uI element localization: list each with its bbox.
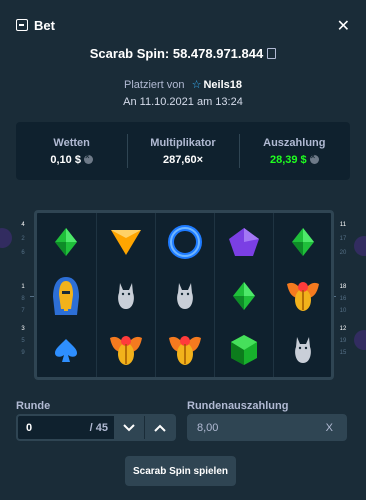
stat-multiplier: Multiplikator 287,60× — [127, 122, 238, 180]
modal-header: Bet ✕ — [0, 0, 366, 50]
green-diamond-icon — [215, 269, 273, 323]
round-label: Runde — [16, 400, 51, 412]
round-down-button[interactable] — [114, 416, 144, 439]
stat-value: 28,39 $ — [269, 152, 319, 166]
blue-spade-icon — [37, 323, 95, 377]
reel-column — [214, 213, 273, 377]
pharaoh-mask-icon — [37, 269, 95, 323]
spin-id-title: Scarab Spin: 58.478.971.844 — [0, 46, 366, 61]
username-link[interactable]: Neils18 — [203, 79, 242, 91]
stats-panel: Wetten 0,10 $ Multiplikator 287,60× Ausz… — [16, 122, 350, 180]
golden-scarab-icon — [274, 269, 332, 323]
payline-number: 10 — [339, 308, 347, 314]
green-hexagon-icon — [215, 323, 273, 377]
background-decoration — [0, 228, 12, 248]
spin-title-text: Scarab Spin: 58.478.971.844 — [89, 46, 264, 61]
close-icon[interactable]: ✕ — [337, 16, 350, 36]
payout-amount: 28,39 $ — [269, 153, 307, 166]
blue-ring-icon — [156, 215, 214, 269]
bet-icon — [16, 19, 28, 31]
chevron-up-icon — [153, 424, 166, 432]
slot-board-area: 426187359 11 17 20 18 16 10 12 19 15 — [16, 210, 350, 380]
orange-triangle-icon — [97, 215, 155, 269]
slot-reels — [34, 210, 334, 380]
payline-number: 20 — [339, 250, 347, 256]
white-cat-icon — [97, 269, 155, 323]
payline-number: 6 — [21, 250, 25, 256]
round-payout-value: 8,00 — [197, 422, 219, 434]
bet-date: An 11.10.2021 am 13:24 — [123, 96, 243, 108]
payline-number: 3 — [21, 326, 25, 332]
reel-column — [155, 213, 214, 377]
white-cat-icon — [156, 269, 214, 323]
payline-number: 7 — [21, 308, 25, 314]
golden-scarab-icon — [156, 323, 214, 377]
round-stepper: 0 / 45 — [16, 414, 176, 441]
reel-column — [273, 213, 332, 377]
play-scarab-spin-button[interactable]: Scarab Spin spielen — [125, 456, 236, 486]
payline-number: 17 — [339, 236, 347, 242]
payline-number: 16 — [339, 296, 347, 302]
stat-label: Auszahlung — [263, 136, 326, 149]
round-total: / 45 — [89, 422, 108, 434]
stat-label: Multiplikator — [150, 136, 216, 149]
copy-icon[interactable] — [267, 48, 277, 59]
payline-number: 18 — [339, 284, 347, 290]
payline-number: 19 — [339, 338, 347, 344]
currency-icon — [83, 152, 93, 164]
payline-number: 5 — [21, 338, 25, 344]
background-decoration — [354, 330, 366, 350]
stat-bet: Wetten 0,10 $ — [16, 122, 127, 180]
payline-number: 4 — [21, 222, 25, 228]
chevron-down-icon — [123, 423, 135, 431]
payline-number: 12 — [339, 326, 347, 332]
payline-number: 11 — [339, 222, 347, 228]
background-decoration — [354, 236, 366, 256]
star-icon: ☆ — [191, 79, 202, 91]
payline-number: 2 — [21, 236, 25, 242]
modal-title: Bet — [34, 17, 55, 33]
stat-value: 0,10 $ — [50, 152, 93, 166]
placed-by: Platziert von ☆ Neils18 — [0, 78, 366, 91]
paylines-left: 4 2 6 1 8 7 3 5 9 — [16, 210, 30, 380]
placed-by-label: Platziert von — [124, 79, 185, 91]
payline-number: 1 — [21, 284, 25, 290]
round-payout-label: Rundenauszahlung — [187, 400, 289, 412]
multiplier-value: 287,60× — [162, 153, 204, 166]
round-value: 0 — [26, 422, 33, 434]
purple-pentagon-icon — [215, 215, 273, 269]
green-diamond-icon — [274, 215, 332, 269]
round-up-button[interactable] — [144, 416, 174, 439]
paylines-right: 11 17 20 18 16 10 12 19 15 — [336, 210, 350, 380]
round-payout-field: 8,00 X — [187, 414, 347, 441]
payline-number: 15 — [339, 350, 347, 356]
stat-payout: Auszahlung 28,39 $ — [238, 122, 350, 180]
payline-number: 9 — [21, 350, 25, 356]
reel-column — [37, 213, 96, 377]
reel-column — [96, 213, 155, 377]
currency-icon — [309, 152, 319, 164]
stat-label: Wetten — [53, 136, 90, 149]
golden-scarab-icon — [97, 323, 155, 377]
payline-number: 8 — [21, 296, 25, 302]
bet-amount: 0,10 $ — [50, 153, 81, 166]
round-input[interactable]: 0 / 45 — [18, 416, 114, 439]
white-cat-icon — [274, 323, 332, 377]
clear-icon[interactable]: X — [326, 422, 333, 434]
green-diamond-icon — [37, 215, 95, 269]
